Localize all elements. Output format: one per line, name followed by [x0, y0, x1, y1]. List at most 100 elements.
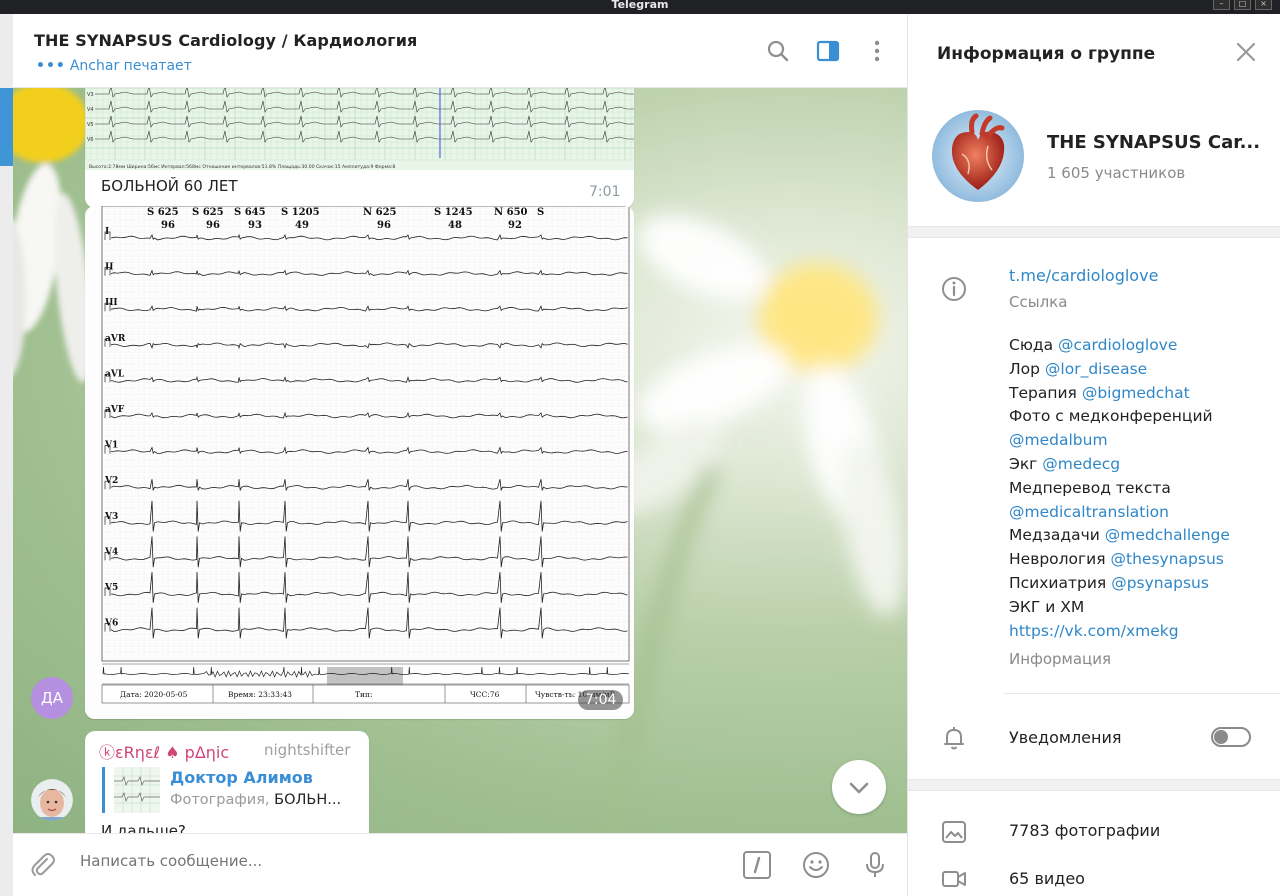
description-link[interactable]: https://vk.com/xmekg — [1009, 622, 1179, 640]
dialogs-strip — [0, 14, 13, 896]
message-photo-ecg-2[interactable]: S 625 96 S 625 96 S 645 93 S 1205 49 N 625 96 S 12… — [85, 206, 634, 719]
typing-status: ••• Anchar печатает — [36, 58, 192, 74]
description-link[interactable]: @medicaltranslation — [1009, 503, 1169, 521]
description-text: Лор — [1009, 359, 1045, 378]
typing-text: Anchar печатает — [69, 58, 192, 74]
video-icon — [942, 871, 966, 887]
toggle-info-panel-icon[interactable] — [815, 38, 841, 64]
microphone-icon[interactable] — [860, 850, 890, 880]
description-text: Терапия — [1009, 383, 1082, 402]
chat-history[interactable]: V3 V4 V5 V6 Высота:2.78мм Ширина:56мс Интерв… — [13, 88, 907, 833]
ecg-image-1[interactable]: V3 V4 V5 V6 Высота:2.78мм Ширина:56мс Интерв… — [85, 88, 634, 170]
group-name: THE SYNAPSUS Car... — [1047, 132, 1261, 153]
close-icon[interactable] — [1234, 40, 1258, 64]
description-text: Экг — [1009, 454, 1043, 473]
member-count[interactable]: 1 605 участников — [1047, 164, 1185, 182]
description-text: ЭКГ и ХМ — [1009, 597, 1085, 616]
ecg-beat-mark: S 1245 — [434, 207, 473, 218]
chevron-down-icon — [849, 782, 869, 794]
message-composer — [13, 833, 907, 896]
videos-count[interactable]: 65 видео — [1009, 869, 1085, 888]
reply-type: Фотография, — [170, 792, 270, 808]
notifications-label: Уведомления — [1009, 728, 1122, 747]
group-link[interactable]: t.me/cardiologlove — [1009, 266, 1158, 285]
ecg-image-2[interactable]: S 625 96 S 625 96 S 645 93 S 1205 49 N 625 96 S 12… — [85, 206, 634, 719]
search-icon[interactable] — [765, 38, 791, 64]
photos-icon — [942, 821, 966, 843]
message-reply[interactable]: ⓚεRηεℓ ♠ pΔηic nightshifter Доктор Алимо… — [85, 731, 369, 833]
description-line: Фото с медконференций — [1009, 405, 1269, 429]
description-line: Экг @medecg — [1009, 453, 1269, 477]
info-icon — [942, 277, 966, 301]
message-text: И дальше? — [101, 822, 186, 833]
ecg-top-lead-label: V5 — [87, 122, 94, 128]
close-window-button[interactable]: × — [1255, 0, 1272, 10]
description-text: Неврология — [1009, 550, 1111, 569]
link-caption: Ссылка — [1009, 293, 1068, 311]
user-avatar-photo[interactable] — [31, 779, 73, 821]
ecg-beat-hr: 48 — [448, 220, 462, 231]
ecg-beat-mark: S 645 — [234, 207, 266, 218]
description-text: Медзадачи — [1009, 526, 1105, 545]
description-link[interactable]: @bigmedchat — [1082, 384, 1190, 402]
description-line: Медперевод текста — [1009, 477, 1269, 501]
chat-header[interactable]: THE SYNAPSUS Cardiology / Кардиология ••… — [13, 14, 907, 88]
description-text: Фото с медконференций — [1009, 407, 1213, 426]
description-line: Психиатрия @psynapsus — [1009, 572, 1269, 596]
chat-column: THE SYNAPSUS Cardiology / Кардиология ••… — [13, 14, 907, 896]
ecg-beat-mark: N 625 — [363, 207, 397, 218]
ecg-beat-hr: 92 — [508, 220, 522, 231]
description-link[interactable]: @medchallenge — [1105, 526, 1230, 544]
description-link[interactable]: @medecg — [1042, 455, 1120, 473]
window-controls: – □ × — [1213, 0, 1272, 10]
description-text: Психиатрия — [1009, 573, 1112, 592]
more-vertical-icon[interactable] — [864, 38, 890, 64]
ecg-footer-date: Дата: 2020-05-05 — [120, 690, 188, 699]
attach-icon[interactable] — [27, 850, 57, 880]
ecg-beat-hr: 93 — [248, 220, 262, 231]
description-link[interactable]: @medalbum — [1009, 431, 1108, 449]
reply-text: БОЛЬН... — [274, 792, 342, 808]
description-link[interactable]: @thesynapsus — [1111, 550, 1224, 568]
description-line: Неврология @thesynapsus — [1009, 548, 1269, 572]
ecg-footer-type: Тип: — [355, 690, 373, 699]
message-photo-ecg-1[interactable]: V3 V4 V5 V6 Высота:2.78мм Ширина:56мс Интерв… — [85, 88, 634, 208]
message-author[interactable]: ⓚεRηεℓ ♠ pΔηic — [99, 739, 229, 763]
group-avatar[interactable] — [932, 110, 1024, 202]
description-line: @medalbum — [1009, 429, 1269, 453]
sender-avatar[interactable]: ДА — [31, 677, 73, 719]
description-line: Терапия @bigmedchat — [1009, 382, 1269, 406]
minimize-button[interactable]: – — [1213, 0, 1230, 10]
group-info-panel: Информация о группе THE SYNAPSUS Car... … — [907, 14, 1280, 896]
section-separator — [908, 779, 1280, 791]
chat-title[interactable]: THE SYNAPSUS Cardiology / Кардиология — [34, 31, 417, 50]
notifications-toggle[interactable] — [1211, 727, 1251, 747]
active-dialog-indicator — [0, 88, 13, 166]
section-separator — [908, 226, 1280, 238]
description-line: https://vk.com/xmekg — [1009, 620, 1269, 644]
ecg-beat-mark: N 650 — [494, 207, 528, 218]
maximize-button[interactable]: □ — [1234, 0, 1251, 10]
scroll-to-bottom-button[interactable] — [832, 760, 886, 814]
message-time: 7:04 — [578, 690, 624, 710]
ecg-beat-mark: S 625 — [147, 207, 179, 218]
message-input[interactable] — [80, 852, 680, 870]
ecg-beat-hr: 96 — [206, 220, 220, 231]
emoji-icon[interactable] — [801, 850, 831, 880]
ecg-top-lead-label: V6 — [87, 137, 94, 143]
description-line: Медзадачи @medchallenge — [1009, 524, 1269, 548]
description-text: Медперевод текста — [1009, 478, 1171, 497]
description-link[interactable]: @psynapsus — [1111, 574, 1209, 592]
photos-count[interactable]: 7783 фотографии — [1009, 821, 1160, 840]
message-time: 7:01 — [589, 184, 621, 200]
reply-quote[interactable]: Доктор Алимов Фотография, БОЛЬН... — [102, 767, 362, 813]
description-line: Лор @lor_disease — [1009, 358, 1269, 382]
ecg-beat-hr: 96 — [161, 220, 175, 231]
ecg-top-footer: Высота:2.78мм Ширина:56мс Интервал:568мс… — [89, 164, 395, 170]
description-link[interactable]: @lor_disease — [1045, 360, 1147, 378]
description-link[interactable]: @cardiologlove — [1058, 336, 1177, 354]
panel-title: Информация о группе — [937, 44, 1156, 64]
ecg-beat-hr: 49 — [295, 220, 309, 231]
reply-author: Доктор Алимов — [170, 768, 313, 787]
bot-commands-icon[interactable] — [742, 850, 772, 880]
